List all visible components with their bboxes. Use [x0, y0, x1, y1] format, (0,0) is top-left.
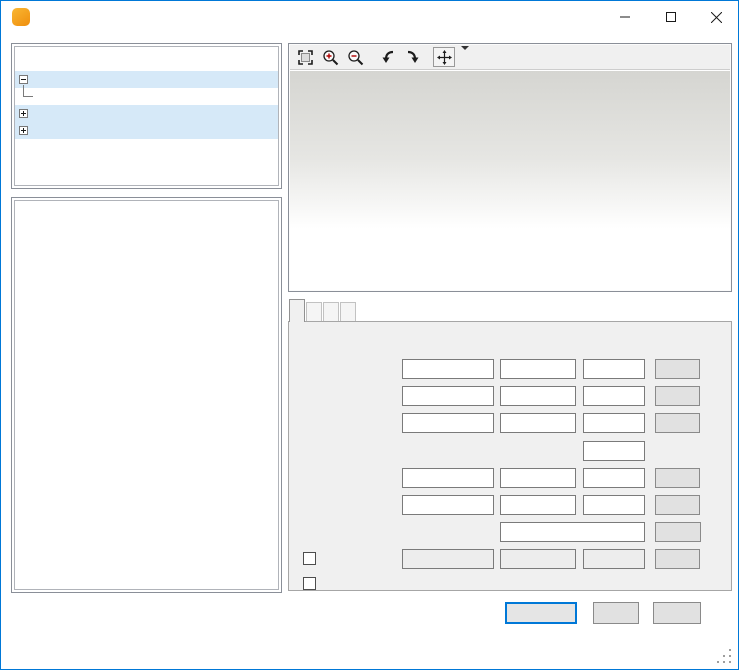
expand-icon[interactable]: [19, 109, 28, 118]
top-chord-library-field[interactable]: [500, 359, 576, 379]
show-only-profiles-checkbox[interactable]: [303, 577, 316, 590]
end-webs-code-field[interactable]: [402, 413, 494, 433]
cancel-button[interactable]: [593, 602, 639, 624]
title-bar[interactable]: [1, 1, 738, 32]
tab-rules-2[interactable]: [323, 302, 339, 321]
webs-select-button[interactable]: [655, 468, 700, 488]
help-button[interactable]: [653, 602, 701, 624]
tab-rules[interactable]: [306, 302, 322, 321]
library-tree-panel: [11, 43, 282, 189]
tab-spacing[interactable]: [340, 302, 356, 321]
library-tree: [15, 47, 278, 185]
truss-drawing-area[interactable]: [290, 71, 730, 290]
bottom-chord-code-field[interactable]: [402, 386, 494, 406]
end-webs-select-button[interactable]: [655, 413, 700, 433]
end-webs-material-field[interactable]: [583, 413, 645, 433]
bottom-chord-material-field[interactable]: [583, 386, 645, 406]
rotate-cw-icon: [380, 49, 396, 65]
apex-material-field[interactable]: [583, 549, 645, 569]
top-chord-select-button[interactable]: [655, 359, 700, 379]
zoom-out-button[interactable]: [344, 47, 366, 67]
webs-material-field[interactable]: [583, 468, 645, 488]
close-button[interactable]: [693, 2, 739, 32]
tree-item-australian-standard-trusses[interactable]: [15, 71, 278, 88]
pan-icon: [437, 50, 452, 65]
rotate-ccw-button[interactable]: [402, 47, 424, 67]
truss-viewer-panel: [288, 43, 732, 292]
webs-code-field[interactable]: [402, 468, 494, 488]
top-chord-code-field[interactable]: [402, 359, 494, 379]
tree-item-howick-truss-library[interactable]: [15, 105, 278, 122]
app-icon: [12, 8, 30, 26]
offset-input[interactable]: [500, 522, 645, 542]
ok-button[interactable]: [505, 602, 577, 624]
maximize-button[interactable]: [648, 2, 694, 32]
pan-button[interactable]: [433, 47, 455, 67]
maximize-icon: [666, 12, 676, 22]
detail-list-panel[interactable]: [11, 197, 282, 593]
tree-item-howick-h400-truss-library[interactable]: [15, 122, 278, 139]
pan-dropdown-button[interactable]: [458, 50, 469, 64]
minimize-button[interactable]: [602, 2, 648, 32]
bottom-chord-library-field[interactable]: [500, 386, 576, 406]
apex-library-field[interactable]: [500, 549, 576, 569]
end-webs-library-field[interactable]: [500, 413, 576, 433]
viewer-toolbar: [290, 45, 730, 70]
apex-select-button[interactable]: [655, 549, 700, 569]
tyes-library-field[interactable]: [500, 495, 576, 515]
webs-library-field[interactable]: [500, 468, 576, 488]
rotate-cw-button[interactable]: [377, 47, 399, 67]
resize-grip[interactable]: [717, 649, 731, 663]
tree-item-other[interactable]: [15, 88, 278, 105]
zoom-extents-button[interactable]: [294, 47, 316, 67]
zoom-in-icon: [322, 49, 339, 66]
min-end-web-input[interactable]: [583, 441, 645, 461]
close-icon: [711, 12, 722, 23]
top-chord-material-field[interactable]: [583, 359, 645, 379]
truss-structure-dialog: [0, 0, 739, 670]
zoom-in-button[interactable]: [319, 47, 341, 67]
zoom-extents-icon: [297, 49, 314, 66]
tyes-code-field[interactable]: [402, 495, 494, 515]
apex-code-field[interactable]: [402, 549, 494, 569]
tyes-select-button[interactable]: [655, 495, 700, 515]
profile-data-page: [288, 321, 732, 591]
truss-drawing: [290, 71, 732, 293]
refresh-button[interactable]: [655, 522, 701, 542]
chevron-down-icon: [461, 46, 469, 64]
tyes-material-field[interactable]: [583, 495, 645, 515]
expand-icon[interactable]: [19, 126, 28, 135]
apex-joint-checkbox[interactable]: [303, 552, 316, 565]
tree-connector: [23, 85, 33, 97]
tab-strip: [289, 299, 357, 321]
tab-control: [288, 297, 732, 593]
tab-profile-data[interactable]: [289, 299, 305, 322]
zoom-out-icon: [347, 49, 364, 66]
collapse-icon[interactable]: [19, 75, 28, 84]
bottom-chord-select-button[interactable]: [655, 386, 700, 406]
rotate-ccw-icon: [405, 49, 421, 65]
minimize-icon: [620, 12, 630, 22]
